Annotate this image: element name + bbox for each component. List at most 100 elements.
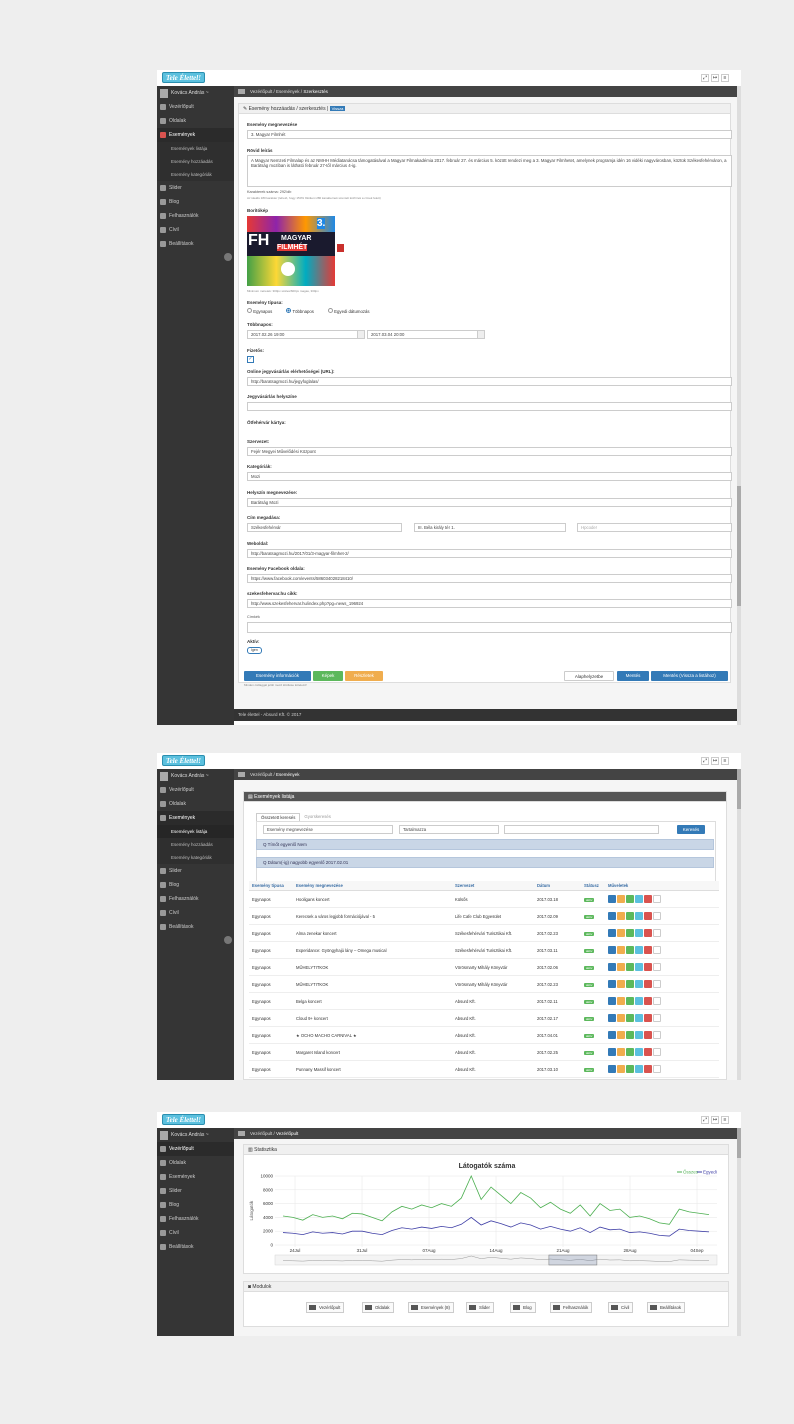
sidebar-item-slider[interactable]: Slider <box>157 181 234 195</box>
radio-custom[interactable]: Egyedi dátumozás <box>327 308 370 314</box>
btn-images[interactable]: Képek <box>313 671 343 681</box>
table-row[interactable]: Egynapos ★ OCHO MACHO CARNIVAL ★ Absurd Kf… <box>249 1026 719 1044</box>
fullscreen-icon[interactable]: ⤢ <box>701 1116 709 1124</box>
btn-event-info[interactable]: Esemény információk <box>244 671 311 681</box>
eye-icon[interactable] <box>653 997 661 1005</box>
navigator-window[interactable] <box>548 1254 598 1266</box>
image-icon[interactable] <box>626 912 634 920</box>
eye-icon[interactable] <box>653 929 661 937</box>
info-icon[interactable] <box>635 1014 643 1022</box>
navigator-track[interactable] <box>274 1254 718 1266</box>
info-icon[interactable] <box>635 997 643 1005</box>
edit-icon[interactable] <box>608 1014 616 1022</box>
sidebar-item-events[interactable]: Események <box>157 811 234 825</box>
collapse-sidebar-icon[interactable] <box>224 936 232 944</box>
edit-icon[interactable] <box>608 895 616 903</box>
btn-save[interactable]: Mentés <box>617 671 649 681</box>
edit-icon[interactable] <box>608 997 616 1005</box>
sidebar-sub-events-cats[interactable]: Esemény kategóriák <box>157 168 234 181</box>
ticket-input[interactable]: http://baratsagmozi.hu/jegyfoglalas/ <box>247 377 732 386</box>
tab-advanced[interactable]: Összetett keresés <box>256 813 301 821</box>
info-icon[interactable] <box>635 929 643 937</box>
sidebar-item-settings[interactable]: Beállítások <box>157 1240 234 1254</box>
fullscreen-icon[interactable]: ⤢ <box>701 74 709 82</box>
sidebar-item-users[interactable]: Felhasználók <box>157 1212 234 1226</box>
column-header[interactable]: Szervezet <box>452 881 534 891</box>
trash-icon[interactable] <box>644 1014 652 1022</box>
sidebar-item-pages[interactable]: Oldalak <box>157 1156 234 1170</box>
sidebar-item-civil[interactable]: Cívil <box>157 1226 234 1240</box>
search-input[interactable] <box>504 825 659 834</box>
edit-icon[interactable] <box>608 980 616 988</box>
btn-save-back[interactable]: Mentés (Vissza a listához) <box>651 671 728 681</box>
eye-icon[interactable] <box>653 1048 661 1056</box>
info-icon[interactable] <box>635 980 643 988</box>
column-header[interactable]: Műveletek <box>605 881 719 891</box>
logo[interactable]: Tele Élettel! <box>162 1114 205 1125</box>
module-button[interactable]: Blog <box>510 1302 536 1313</box>
date-from-calendar-icon[interactable] <box>357 330 365 339</box>
sidebar-item-dashboard[interactable]: Vezérlőpult <box>157 783 234 797</box>
extra-input[interactable]: Hpcode! <box>577 523 732 532</box>
eye-icon[interactable] <box>653 963 661 971</box>
eye-icon[interactable] <box>653 1014 661 1022</box>
paid-checkbox[interactable]: ✓ <box>247 356 254 363</box>
venue-input[interactable]: Barátság Mozi <box>247 498 732 507</box>
user-menu[interactable]: Kovács András ~ <box>157 1128 234 1142</box>
menu-icon[interactable]: ≡ <box>721 1116 729 1124</box>
date-to-calendar-icon[interactable] <box>477 330 485 339</box>
copy-icon[interactable] <box>617 929 625 937</box>
szfv-input[interactable]: http://www.szekesfehervar.hu/index.php?p… <box>247 599 732 608</box>
sidebar-sub-events-list[interactable]: Események listája <box>157 825 234 838</box>
edit-icon[interactable] <box>608 912 616 920</box>
city-select[interactable]: Székesfehérvár <box>247 523 402 532</box>
sidebar-item-blog[interactable]: Blog <box>157 878 234 892</box>
copy-icon[interactable] <box>617 946 625 954</box>
trash-icon[interactable] <box>644 997 652 1005</box>
street-input[interactable]: III. Béla király tér 1. <box>414 523 566 532</box>
sidebar-item-pages[interactable]: Oldalak <box>157 797 234 811</box>
sidebar-sub-events-cats[interactable]: Esemény kategóriák <box>157 851 234 864</box>
name-input[interactable]: 3. Magyar Filmhét <box>247 130 732 139</box>
trash-icon[interactable] <box>644 1065 652 1073</box>
web-input[interactable]: http://baratsagmozi.hu/2017/01/3-magyar-… <box>247 549 732 558</box>
table-row[interactable]: Egynapos Hooligans koncert Külsős 2017.03.1… <box>249 890 719 908</box>
copy-icon[interactable] <box>617 895 625 903</box>
sidebar-item-settings[interactable]: Beállítások <box>157 237 234 251</box>
sidebar-item-slider[interactable]: Slider <box>157 864 234 878</box>
module-button[interactable]: Események (8) <box>408 1302 454 1313</box>
scrollbar[interactable] <box>737 86 741 725</box>
copy-icon[interactable] <box>617 997 625 1005</box>
copy-icon[interactable] <box>617 1014 625 1022</box>
sidebar-sub-events-add[interactable]: Esemény hozzáadás <box>157 838 234 851</box>
module-button[interactable]: Oldalak <box>362 1302 394 1313</box>
search-button[interactable]: Keresés <box>677 825 705 834</box>
table-row[interactable]: Egynapos Experidance: Gyöngyhajú lány – O… <box>249 941 719 959</box>
sidebar-item-civil[interactable]: Cívil <box>157 223 234 237</box>
sidebar-item-users[interactable]: Felhasználók <box>157 209 234 223</box>
module-button[interactable]: Slider <box>466 1302 494 1313</box>
sidebar-item-users[interactable]: Felhasználók <box>157 892 234 906</box>
eye-icon[interactable] <box>653 1065 661 1073</box>
cover-image[interactable]: 3. FH MAGYAR FILMHÉT <box>247 216 335 286</box>
radio-multi[interactable]: Többnapos <box>286 308 314 314</box>
collapse-sidebar-icon[interactable] <box>224 253 232 261</box>
fb-input[interactable]: https://www.facebook.com/events/58603402… <box>247 574 732 583</box>
sidebar-sub-events-add[interactable]: Esemény hozzáadás <box>157 155 234 168</box>
info-icon[interactable] <box>635 946 643 954</box>
legend-label[interactable]: Összes <box>683 1169 699 1175</box>
sidebar-item-events[interactable]: Események <box>157 1170 234 1184</box>
scrollbar[interactable] <box>737 769 741 1080</box>
btn-reset[interactable]: Alaphelyzetbe <box>564 671 614 681</box>
image-icon[interactable] <box>626 1048 634 1056</box>
sidebar-item-pages[interactable]: Oldalak <box>157 114 234 128</box>
delete-cover-button[interactable] <box>337 244 344 252</box>
back-button[interactable]: Vissza <box>329 106 346 111</box>
operator-select[interactable]: Tartalmazza <box>399 825 499 834</box>
date-from-input[interactable]: 2017.02.26 19:00 <box>247 330 359 339</box>
scrollbar[interactable] <box>737 1128 741 1336</box>
sidebar-item-slider[interactable]: Slider <box>157 1184 234 1198</box>
desc-textarea[interactable]: A Magyar Nemzeti Filmalap és az NMHH Méd… <box>247 155 732 187</box>
copy-icon[interactable] <box>617 963 625 971</box>
copy-icon[interactable] <box>617 1065 625 1073</box>
